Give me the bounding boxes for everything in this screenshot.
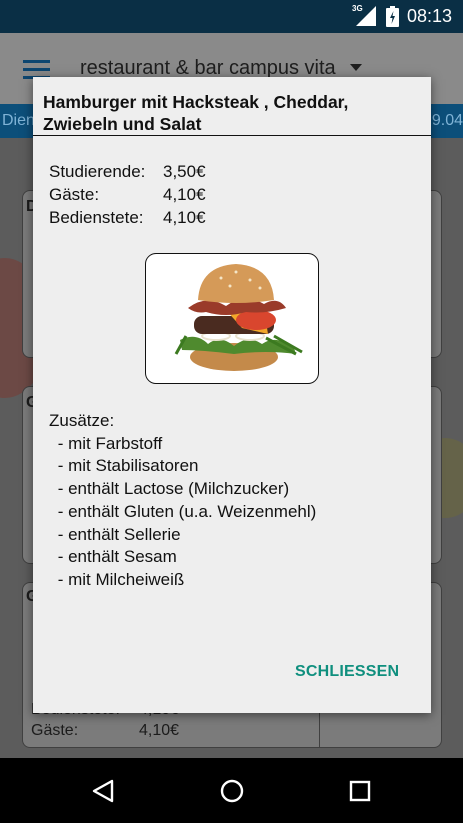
- card-price-value: 4,10€: [139, 722, 180, 739]
- title-divider: [33, 135, 431, 136]
- additive-item: - enthält Gluten (u.a. Weizenmehl): [53, 501, 317, 521]
- hamburger-illustration: [174, 264, 303, 371]
- price-row: Gäste: 4,10€: [49, 183, 206, 206]
- additive-item: - mit Milcheiweiß: [53, 569, 185, 589]
- additive-item: - mit Stabilisatoren: [53, 456, 199, 476]
- clock: 08:13: [407, 6, 453, 26]
- navigation-bar: [0, 758, 463, 823]
- battery-icon: [386, 6, 399, 27]
- additive-item: - mit Farbstoff: [53, 433, 163, 453]
- price-label: Bedienstete:: [49, 208, 144, 227]
- additives-heading: Zusätze:: [49, 411, 115, 430]
- price-value: 3,50€: [163, 162, 206, 181]
- price-list: Studierende: 3,50€ Gäste: 4,10€ Bedienst…: [49, 160, 206, 229]
- back-icon[interactable]: [89, 777, 117, 805]
- dish-image: [145, 253, 319, 384]
- date-tab-right[interactable]: 9.04: [432, 112, 463, 130]
- price-value: 4,10€: [163, 208, 206, 227]
- card-price-label: Gäste:: [31, 722, 79, 739]
- price-label: Gäste:: [49, 185, 100, 204]
- date-tab-left[interactable]: Dien: [2, 112, 35, 130]
- dropdown-caret-icon[interactable]: [350, 64, 362, 71]
- status-bar: 3G 08:13: [0, 0, 463, 33]
- price-row: Studierende: 3,50€: [49, 160, 206, 183]
- price-value: 4,10€: [163, 185, 206, 204]
- recents-icon[interactable]: [346, 777, 374, 805]
- dialog-title: Hamburger mit Hacksteak , Cheddar, Zwieb…: [43, 92, 349, 134]
- close-button[interactable]: SCHLIESSEN: [295, 663, 399, 681]
- additive-item: - enthält Lactose (Milchzucker): [53, 479, 290, 499]
- signal-icon: [356, 6, 376, 26]
- additives-section: Zusätze: - mit Farbstoff - mit Stabilisa…: [49, 410, 316, 592]
- home-icon[interactable]: [218, 777, 246, 805]
- price-row: Bedienstete: 4,10€: [49, 206, 206, 229]
- additive-item: - enthält Sellerie: [53, 524, 181, 544]
- price-label: Studierende:: [49, 162, 146, 181]
- dish-detail-dialog: Hamburger mit Hacksteak , Cheddar, Zwieb…: [33, 77, 431, 713]
- additive-item: - enthält Sesam: [53, 547, 177, 567]
